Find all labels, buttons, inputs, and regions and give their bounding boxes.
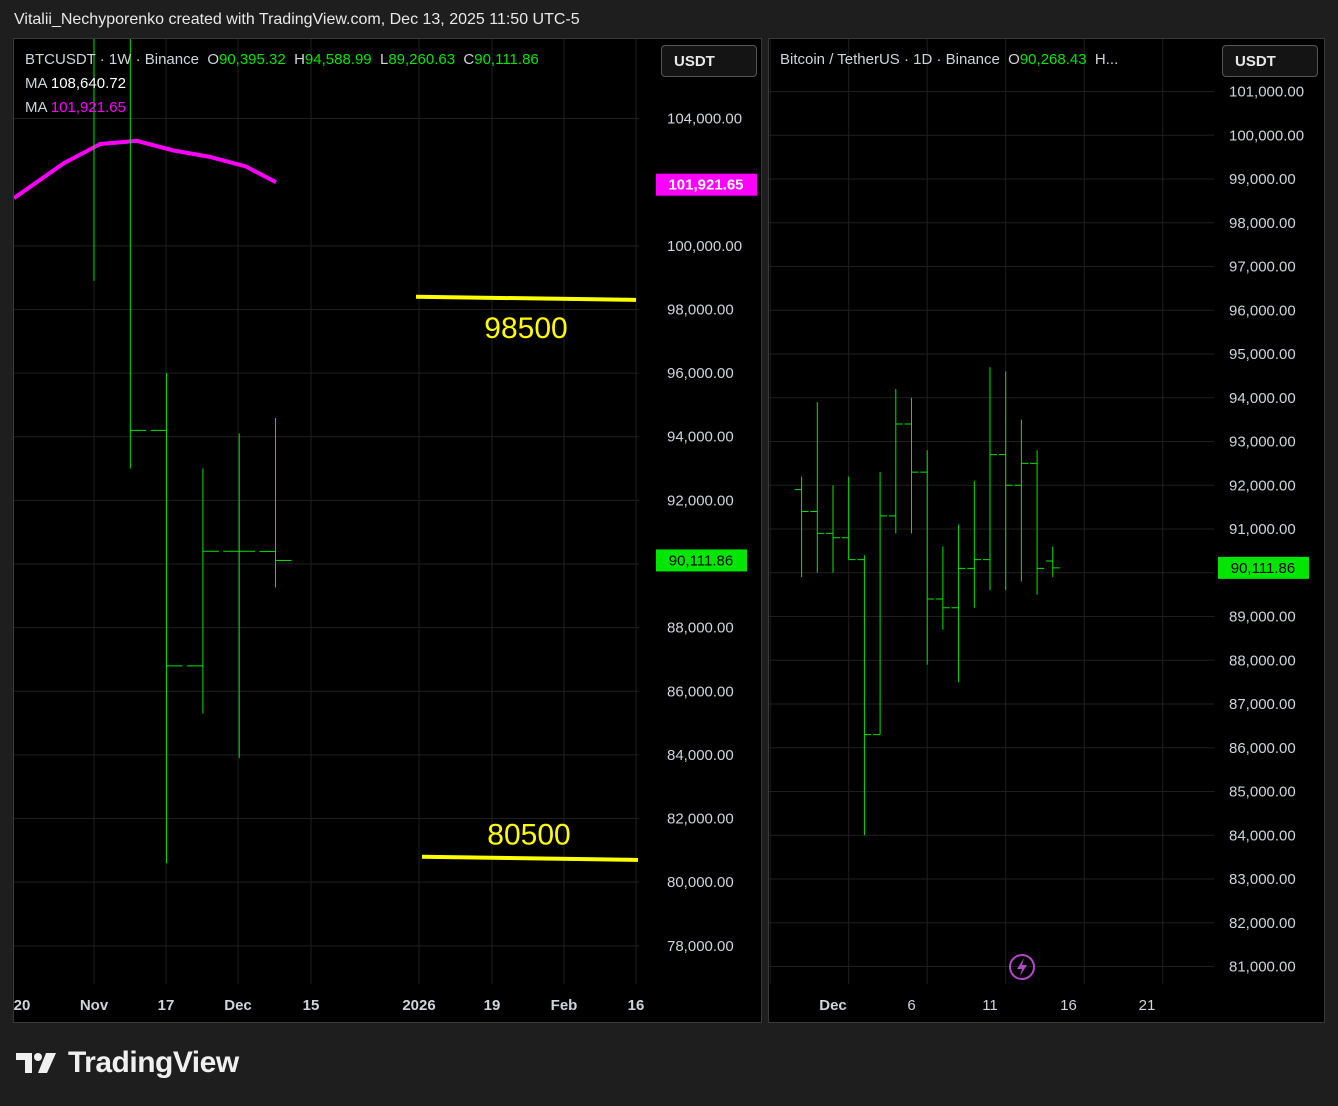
y-tick-label: 94,000.00 <box>1229 390 1296 407</box>
high-value: 94,588.99 <box>304 51 372 68</box>
x-tick-label: 20 <box>14 997 30 1014</box>
y-tick-label: 96,000.00 <box>667 365 734 382</box>
weekly-legend: BTCUSDT · 1W · Binance O90,395.32 H94,58… <box>25 51 539 68</box>
ma1-legend[interactable]: MA 108,640.72 <box>25 75 126 92</box>
ma1-value: 108,640.72 <box>50 75 126 92</box>
y-tick-label: 100,000.00 <box>1229 127 1304 144</box>
ma2-label: MA <box>25 99 47 116</box>
y-tick-label: 83,000.00 <box>1229 871 1296 888</box>
ma-price-badge: 101,921.65 <box>668 177 743 194</box>
y-tick-label: 88,000.00 <box>1229 652 1296 669</box>
ma2-value: 101,921.65 <box>50 99 126 116</box>
y-tick-label: 95,000.00 <box>1229 346 1296 363</box>
y-tick-label: 78,000.00 <box>667 938 734 955</box>
daily-truncated: H... <box>1094 51 1119 68</box>
tradingview-logo[interactable]: TradingView <box>16 1046 239 1080</box>
level-line-80500 <box>421 854 639 862</box>
open-value: 90,395.32 <box>218 51 286 68</box>
y-tick-label: 98,000.00 <box>667 301 734 318</box>
ma-line <box>14 138 277 200</box>
currency-button[interactable]: USDT <box>661 45 757 77</box>
y-tick-label: 82,000.00 <box>1229 915 1296 932</box>
x-tick-label: 16 <box>628 997 645 1014</box>
weekly-chart-svg[interactable]: 78,000.00 80,000.00 82,000.00 84,000.00 86,0… <box>14 39 762 1023</box>
y-tick-label: 92,000.00 <box>1229 477 1296 494</box>
y-tick-label: 82,000.00 <box>667 811 734 828</box>
brand-name: TradingView <box>68 1046 239 1079</box>
symbol-name[interactable]: BTCUSDT <box>25 51 96 68</box>
y-tick-label: 89,000.00 <box>1229 609 1296 626</box>
currency-button-daily[interactable]: USDT <box>1222 45 1318 77</box>
daily-open-label: O <box>1008 51 1020 68</box>
ma2-legend[interactable]: MA 101,921.65 <box>25 99 126 116</box>
y-tick-label: 99,000.00 <box>1229 171 1296 188</box>
x-tick-label: 6 <box>907 997 915 1014</box>
y-tick-label: 85,000.00 <box>1229 784 1296 801</box>
y-tick-label: 97,000.00 <box>1229 259 1296 276</box>
tradingview-logo-icon <box>16 1053 56 1073</box>
last-price-badge: 90,111.86 <box>669 552 734 569</box>
x-tick-label: 21 <box>1139 997 1156 1014</box>
x-tick-label: 2026 <box>402 997 435 1014</box>
y-tick-label: 92,000.00 <box>667 492 734 509</box>
x-tick-label: Nov <box>80 997 109 1014</box>
close-value: 90,111.86 <box>474 51 539 68</box>
open-label: O <box>207 51 219 68</box>
daily-legend: Bitcoin / TetherUS · 1D · Binance O90,26… <box>780 51 1118 68</box>
high-label: H <box>294 51 305 68</box>
y-tick-label: 86,000.00 <box>1229 740 1296 757</box>
ma1-label: MA <box>25 75 47 92</box>
x-tick-label: 15 <box>303 997 320 1014</box>
y-tick-label: 96,000.00 <box>1229 302 1296 319</box>
y-tick-label: 100,000.00 <box>667 238 742 255</box>
daily-chart-svg[interactable]: 81,000.00 82,000.00 83,000.00 84,000.00 85,0… <box>769 39 1325 1023</box>
y-tick-label: 101,000.00 <box>1229 84 1304 101</box>
y-tick-label: 98,000.00 <box>1229 215 1296 232</box>
annotation-80500: 80500 <box>487 819 570 852</box>
y-tick-label: 84,000.00 <box>667 747 734 764</box>
y-tick-label: 91,000.00 <box>1229 521 1296 538</box>
exchange-label: Binance <box>144 51 199 68</box>
y-tick-label: 84,000.00 <box>1229 827 1296 844</box>
y-tick-label: 86,000.00 <box>667 683 734 700</box>
weekly-chart-pane[interactable]: 78,000.00 80,000.00 82,000.00 84,000.00 86,0… <box>13 38 762 1023</box>
y-tick-label: 94,000.00 <box>667 429 734 446</box>
interval-label[interactable]: 1W <box>109 51 132 68</box>
y-tick-label: 80,000.00 <box>667 874 734 891</box>
low-value: 89,260.63 <box>388 51 456 68</box>
y-tick-label: 81,000.00 <box>1229 959 1296 976</box>
daily-chart-pane[interactable]: 81,000.00 82,000.00 83,000.00 84,000.00 85,0… <box>768 38 1325 1023</box>
daily-title[interactable]: Bitcoin / TetherUS · 1D · Binance <box>780 51 1000 68</box>
daily-open-value: 90,268.43 <box>1019 51 1087 68</box>
y-tick-label: 88,000.00 <box>667 620 734 637</box>
y-tick-label: 104,000.00 <box>667 111 742 128</box>
annotation-98500: 98500 <box>484 312 567 345</box>
x-tick-label: 19 <box>484 997 501 1014</box>
x-tick-label: Dec <box>819 997 847 1014</box>
y-tick-label: 93,000.00 <box>1229 434 1296 451</box>
level-line-98500 <box>415 294 637 302</box>
x-tick-label: 17 <box>158 997 175 1014</box>
close-label: C <box>463 51 475 68</box>
x-tick-label: 16 <box>1060 997 1077 1014</box>
chart-caption: Vitalii_Nechyporenko created with Tradin… <box>14 11 580 28</box>
last-price-badge: 90,111.86 <box>1231 560 1296 577</box>
x-tick-label: 11 <box>982 997 998 1014</box>
x-tick-label: Feb <box>551 997 578 1014</box>
x-tick-label: Dec <box>224 997 252 1014</box>
y-tick-label: 87,000.00 <box>1229 696 1296 713</box>
